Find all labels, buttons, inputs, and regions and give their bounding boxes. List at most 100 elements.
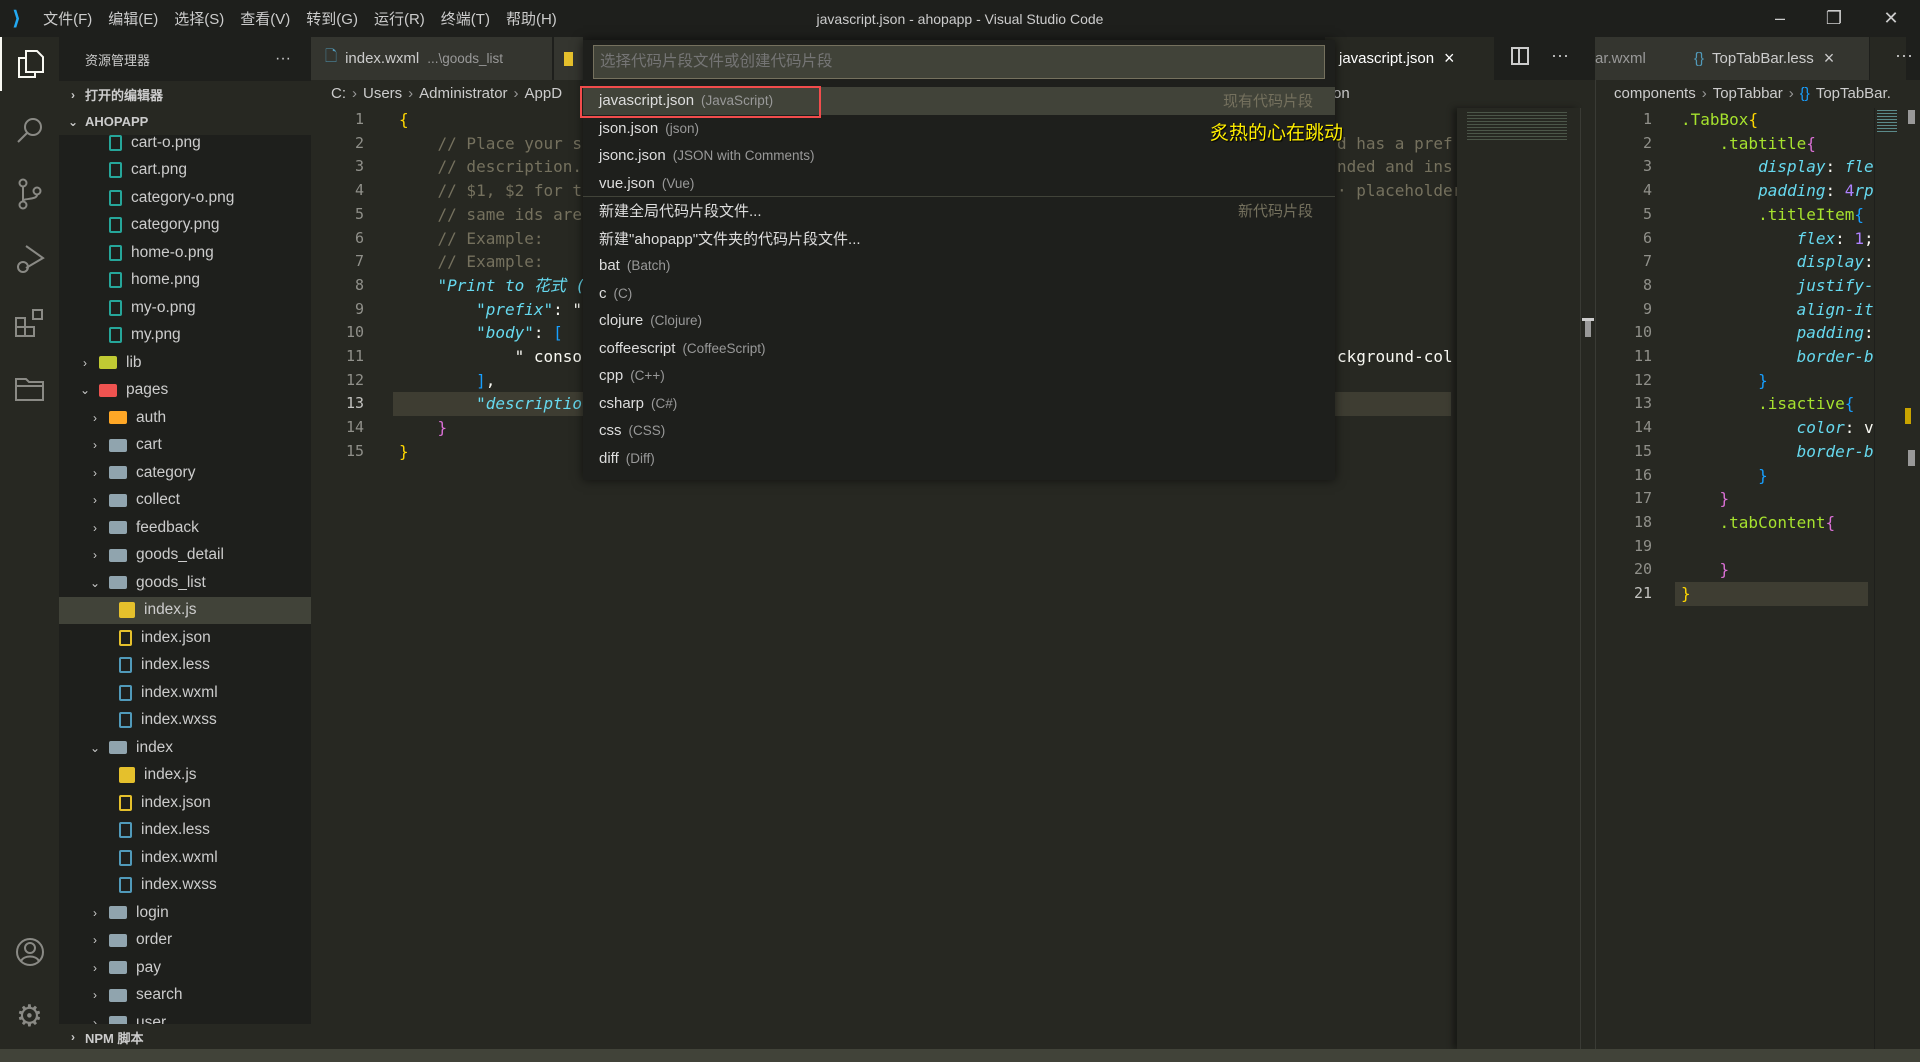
tab-javascript-json[interactable]: javascript.json × — [1325, 37, 1495, 80]
right-minimap[interactable] — [1874, 108, 1904, 1049]
folder-manager-icon[interactable] — [0, 361, 59, 415]
right-editor[interactable]: components › TopTabbar › {} TopTabBar. 1 .TabB… — [1595, 80, 1920, 1049]
close-tab-icon[interactable]: × — [1444, 48, 1455, 69]
menu-item[interactable]: 转到(G) — [298, 8, 366, 29]
code-token: ] — [476, 370, 486, 390]
tree-item[interactable]: index.wxml — [59, 679, 311, 707]
menu-item[interactable]: 运行(R) — [366, 8, 433, 29]
quick-pick-item[interactable]: css (CSS) — [583, 417, 1335, 445]
quick-pick-item[interactable]: jsonc.json (JSON with Comments) — [583, 142, 1335, 170]
breadcrumb-item[interactable]: Users — [363, 85, 402, 102]
maximize-button[interactable]: ❐ — [1809, 0, 1859, 37]
tab-js-file[interactable] — [554, 37, 584, 80]
tree-item[interactable]: home-o.png — [59, 239, 311, 267]
quick-pick-item[interactable]: clojure (Clojure) — [583, 307, 1335, 335]
tab-index-wxml[interactable]: 🗋 index.wxml ...\goods_list — [311, 37, 553, 80]
quick-pick-item[interactable]: diff (Diff) — [583, 445, 1335, 473]
more-actions-button[interactable]: ··· — [275, 50, 291, 68]
menu-item[interactable]: 帮助(H) — [498, 8, 565, 29]
tree-item[interactable]: index.json — [59, 789, 311, 817]
quick-pick-item[interactable]: cpp (C++) — [583, 362, 1335, 390]
tree-item-label: index.wxml — [141, 848, 218, 866]
quick-pick-item[interactable]: coffeescript (CoffeeScript) — [583, 335, 1335, 363]
tree-item[interactable]: › auth — [59, 404, 311, 432]
tree-item[interactable]: › collect — [59, 487, 311, 515]
account-icon[interactable] — [0, 925, 59, 979]
breadcrumb-item[interactable]: components — [1614, 85, 1696, 102]
code-token: // $1, $2 for t — [399, 181, 583, 201]
npm-scripts-section[interactable]: › NPM 脚本 — [59, 1024, 311, 1050]
chevron-right-icon: › — [71, 1030, 75, 1044]
tree-item[interactable]: › lib — [59, 349, 311, 377]
tree-item[interactable]: ⌄ index — [59, 734, 311, 762]
minimize-button[interactable]: – — [1755, 0, 1805, 37]
tree-item[interactable]: index.js — [59, 762, 311, 790]
tree-item[interactable]: cart-o.png — [59, 129, 311, 157]
right-scrollbar[interactable] — [1904, 108, 1920, 1049]
code-token: } — [1681, 370, 1768, 390]
more-tab-actions-icon[interactable]: ··· — [1551, 45, 1569, 66]
tree-item[interactable]: index.less — [59, 652, 311, 680]
left-scrollbar[interactable] — [1580, 108, 1595, 1049]
tree-item[interactable]: › feedback — [59, 514, 311, 542]
explorer-icon[interactable] — [0, 37, 59, 91]
breadcrumb-item[interactable]: AppD — [525, 85, 563, 102]
quick-pick-input[interactable] — [593, 45, 1325, 79]
source-control-icon[interactable] — [0, 167, 59, 221]
split-editor-icon[interactable] — [1511, 47, 1529, 65]
more-tab-actions-icon[interactable]: ··· — [1895, 45, 1913, 66]
tree-item[interactable]: index.wxss — [59, 872, 311, 900]
run-debug-icon[interactable] — [0, 232, 59, 286]
breadcrumb-item[interactable]: TopTabBar. — [1816, 85, 1891, 102]
code-line: " conso — [399, 345, 582, 369]
item-description: (C++) — [630, 368, 665, 384]
menu-item[interactable]: 终端(T) — [433, 8, 498, 29]
tree-item[interactable]: home.png — [59, 267, 311, 295]
tree-item[interactable]: › search — [59, 982, 311, 1010]
tree-item[interactable]: my-o.png — [59, 294, 311, 322]
chevron-down-icon: ⌄ — [79, 383, 91, 398]
tree-item[interactable]: index.js — [59, 596, 311, 624]
close-tab-icon[interactable]: × — [1824, 48, 1835, 69]
tree-item[interactable]: index.wxss — [59, 707, 311, 735]
tree-item[interactable]: › goods_detail — [59, 542, 311, 570]
menu-item[interactable]: 查看(V) — [232, 8, 298, 29]
settings-gear-icon[interactable]: ⚙ — [0, 989, 59, 1043]
tree-item[interactable]: category-o.png — [59, 184, 311, 212]
quick-pick-item[interactable]: bat (Batch) — [583, 252, 1335, 280]
breadcrumb-item[interactable]: Administrator — [419, 85, 507, 102]
quick-pick-item[interactable]: c (C) — [583, 280, 1335, 308]
minimap[interactable] — [1457, 108, 1580, 1049]
code-token: : " — [553, 299, 583, 319]
tree-item[interactable]: ⌄ goods_list — [59, 569, 311, 597]
tree-item[interactable]: my.png — [59, 322, 311, 350]
extensions-icon[interactable] — [0, 297, 59, 351]
tab-ar-wxml-right[interactable]: ar.wxml — [1595, 37, 1680, 80]
tree-item[interactable]: cart.png — [59, 157, 311, 185]
tree-item[interactable]: › login — [59, 899, 311, 927]
quick-pick-item[interactable]: 新建"ahopapp"文件夹的代码片段文件... — [583, 225, 1335, 253]
breadcrumb-item[interactable]: TopTabbar — [1713, 85, 1783, 102]
tab-toptabbar-less[interactable]: {} TopTabBar.less × — [1680, 37, 1870, 80]
tree-item[interactable]: › order — [59, 927, 311, 955]
tree-item[interactable]: ⌄ pages — [59, 377, 311, 405]
menu-item[interactable]: 选择(S) — [166, 8, 232, 29]
quick-pick-item[interactable]: csharp (C#) — [583, 390, 1335, 418]
close-window-button[interactable]: ✕ — [1866, 0, 1916, 37]
tree-item[interactable]: category.png — [59, 212, 311, 240]
search-icon[interactable] — [0, 103, 59, 157]
tree-item[interactable]: › cart — [59, 432, 311, 460]
quick-pick-item[interactable]: 新建全局代码片段文件... 新代码片段 — [583, 197, 1335, 225]
tree-item[interactable]: › category — [59, 459, 311, 487]
line-number: 8 — [354, 275, 364, 294]
menu-item[interactable]: 编辑(E) — [100, 8, 166, 29]
breadcrumb-item[interactable]: C: — [331, 85, 346, 102]
tree-item[interactable]: › pay — [59, 954, 311, 982]
tree-item[interactable]: index.json — [59, 624, 311, 652]
tree-item[interactable]: index.wxml — [59, 844, 311, 872]
quick-pick-item[interactable]: vue.json (Vue) — [583, 170, 1335, 198]
open-editors-section[interactable]: › 打开的编辑器 — [59, 81, 311, 108]
menu-item[interactable]: 文件(F) — [35, 8, 100, 29]
item-label: vue.json — [599, 174, 655, 192]
tree-item[interactable]: index.less — [59, 817, 311, 845]
